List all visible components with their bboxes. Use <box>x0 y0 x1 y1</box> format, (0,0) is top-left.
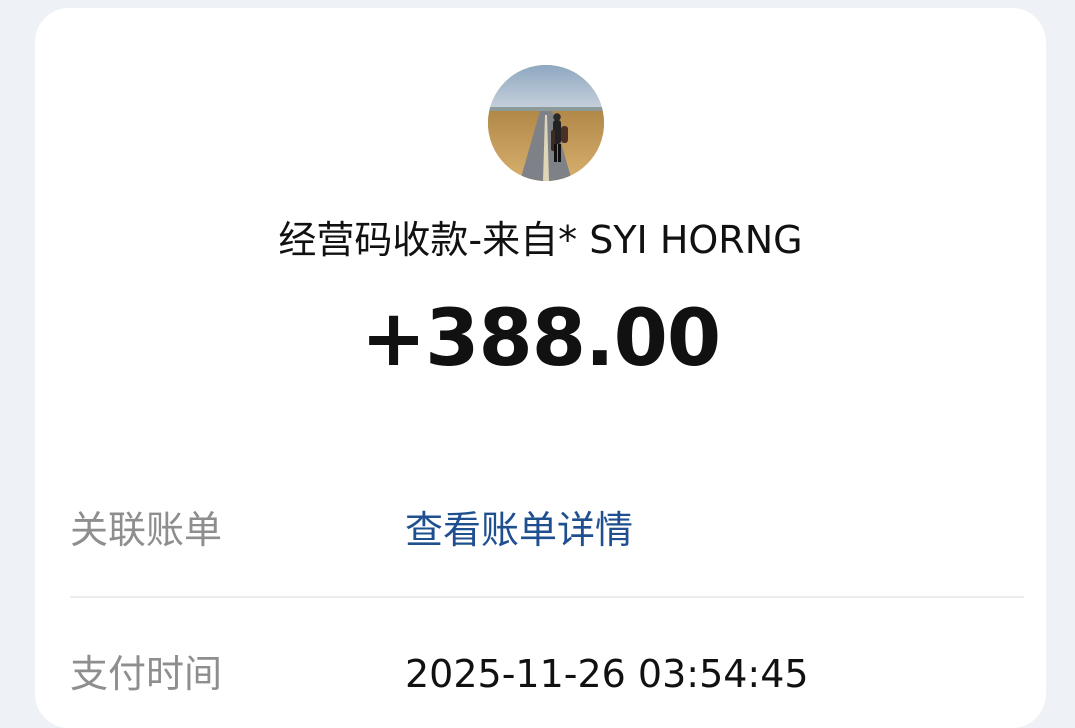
transaction-detail-card: 经营码收款-来自* SYI HORNG +388.00 关联账单 查看账单详情 … <box>35 8 1046 728</box>
related-bill-label: 关联账单 <box>70 508 223 552</box>
view-bill-details-link[interactable]: 查看账单详情 <box>405 504 633 556</box>
detail-divider <box>70 596 1024 598</box>
payer-avatar <box>488 65 604 181</box>
avatar-image <box>488 65 604 181</box>
transaction-amount: +388.00 <box>360 294 721 384</box>
payment-time-label: 支付时间 <box>70 652 223 696</box>
payment-time-value: 2025-11-26 03:54:45 <box>405 652 809 696</box>
transaction-title: 经营码收款-来自* SYI HORNG <box>278 218 803 262</box>
